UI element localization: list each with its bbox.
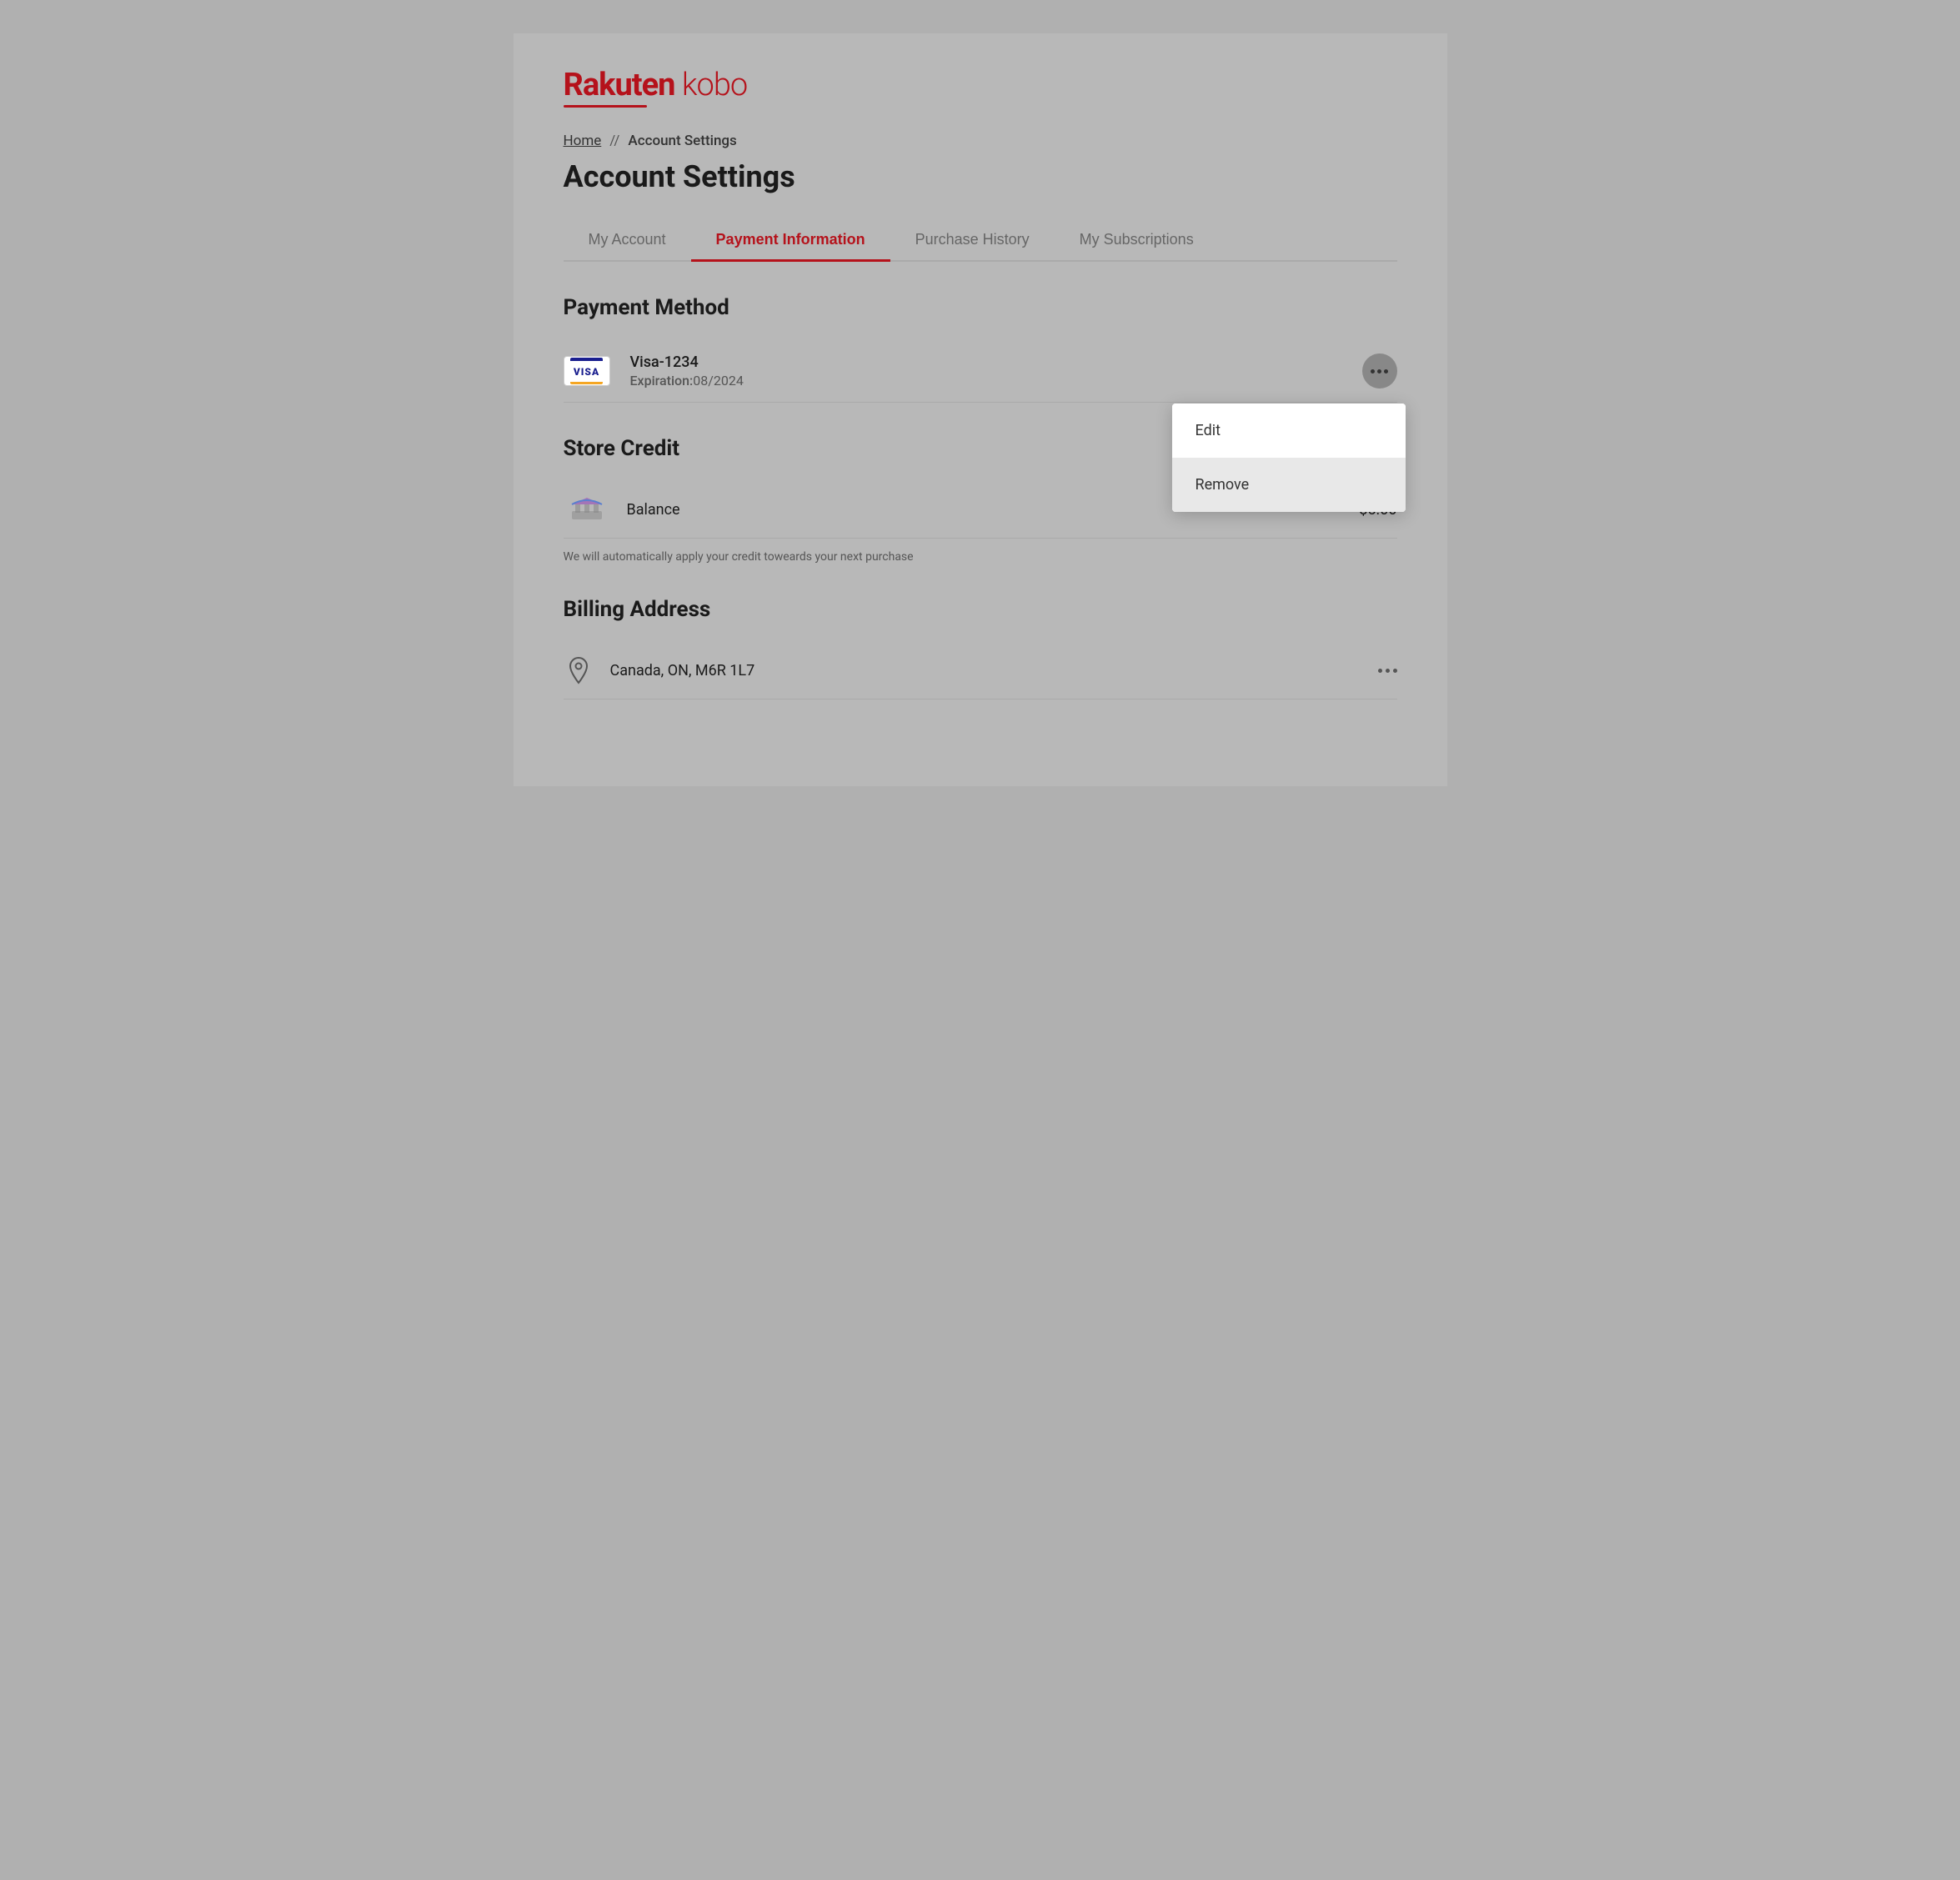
store-credit-icon [564,494,610,524]
visa-icon: VISA [564,356,614,386]
tab-my-account[interactable]: My Account [564,219,691,260]
logo: Rakuten kobo [564,67,1397,108]
card-expiry-value: 08/2024 [693,373,744,389]
more-button-container: Edit Remove [1362,353,1397,389]
address-dot-1 [1378,669,1382,673]
tab-payment-information[interactable]: Payment Information [691,219,890,260]
page-container: Rakuten kobo Home // Account Settings Ac… [514,33,1447,786]
card-name: Visa-1234 [630,353,1362,371]
dot-1 [1371,369,1375,373]
payment-method-title: Payment Method [564,295,1397,320]
location-pin-icon [564,655,594,685]
breadcrumb-separator: // [609,133,619,149]
dot-3 [1384,369,1388,373]
tab-my-subscriptions[interactable]: My Subscriptions [1055,219,1219,260]
billing-address-section: Billing Address Canada, ON, M6R 1L7 [564,597,1397,699]
breadcrumb-current: Account Settings [628,133,736,149]
address-dot-3 [1393,669,1397,673]
dropdown-remove-item[interactable]: Remove [1172,458,1406,512]
breadcrumb: Home // Account Settings [564,133,1397,149]
more-dots-icon [1371,369,1388,373]
visa-brand-label: VISA [574,366,599,378]
card-details: Visa-1234 Expiration:08/2024 [630,353,1362,389]
page-title: Account Settings [564,159,1397,194]
logo-text: Rakuten kobo [564,67,1397,103]
billing-address-title: Billing Address [564,597,1397,622]
tab-purchase-history[interactable]: Purchase History [890,219,1055,260]
dropdown-edit-item[interactable]: Edit [1172,404,1406,458]
card-expiry-label: Expiration: [630,373,694,389]
tabs-container: My Account Payment Information Purchase … [564,219,1397,262]
breadcrumb-home-link[interactable]: Home [564,133,602,149]
address-text: Canada, ON, M6R 1L7 [610,662,1378,679]
card-dropdown-menu: Edit Remove [1172,404,1406,512]
logo-kobo: kobo [682,67,747,103]
card-expiry: Expiration:08/2024 [630,373,1362,389]
credit-note: We will automatically apply your credit … [564,550,1397,564]
address-row: Canada, ON, M6R 1L7 [564,642,1397,699]
payment-method-section: Payment Method VISA Visa-1234 [564,295,1397,403]
logo-underline [564,105,647,108]
logo-rakuten: Rakuten [564,67,675,103]
address-dot-2 [1386,669,1390,673]
card-row: VISA Visa-1234 Expiration:08/2024 [564,340,1397,403]
address-more-dots[interactable] [1378,669,1397,673]
card-more-button[interactable] [1362,353,1397,389]
dot-2 [1377,369,1381,373]
